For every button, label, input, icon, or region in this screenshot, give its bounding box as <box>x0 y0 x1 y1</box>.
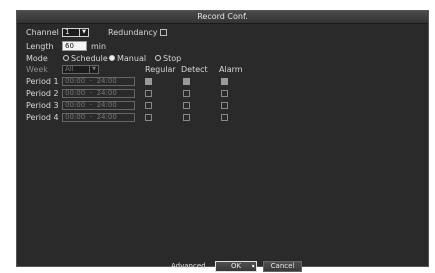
header-detect: Detect <box>181 65 208 74</box>
period-3-label: Period 3 <box>26 101 59 110</box>
length-label: Length <box>26 42 54 51</box>
mode-stop-label: Stop <box>163 54 182 63</box>
channel-label: Channel <box>26 28 59 37</box>
header-regular: Regular <box>145 65 176 74</box>
period-2-regular-checkbox[interactable] <box>145 90 152 97</box>
channel-value: 1 <box>65 28 70 36</box>
redundancy-label: Redundancy <box>108 28 158 37</box>
period-3-alarm-checkbox[interactable] <box>221 102 228 109</box>
period-1-alarm-checkbox[interactable] <box>221 78 228 85</box>
period-3-regular-checkbox[interactable] <box>145 102 152 109</box>
mode-stop-radio[interactable] <box>155 55 161 61</box>
period-4-time[interactable]: 00:00 - 24:00 <box>62 113 135 122</box>
length-input[interactable]: 60 <box>62 41 87 51</box>
period-4-detect-checkbox[interactable] <box>183 114 190 121</box>
chevron-down-icon: ▼ <box>79 29 88 36</box>
mode-schedule-radio[interactable] <box>63 55 69 61</box>
mode-manual-label: Manual <box>117 54 147 63</box>
period-4-regular-checkbox[interactable] <box>145 114 152 121</box>
period-4-alarm-checkbox[interactable] <box>221 114 228 121</box>
mode-schedule-label: Schedule <box>71 54 108 63</box>
week-select[interactable]: All ▼ <box>62 65 99 74</box>
mode-label: Mode <box>26 54 48 63</box>
period-2-label: Period 2 <box>26 89 59 98</box>
mouse-pointer-icon <box>252 264 257 268</box>
week-value: All <box>65 65 74 73</box>
chevron-down-icon: ▼ <box>89 66 98 73</box>
period-1-detect-checkbox[interactable] <box>183 78 190 85</box>
ok-button[interactable]: OK <box>215 261 257 272</box>
mode-manual-radio[interactable] <box>109 55 115 61</box>
period-1-regular-checkbox[interactable] <box>145 78 152 85</box>
period-1-label: Period 1 <box>26 77 59 86</box>
header-alarm: Alarm <box>219 65 243 74</box>
period-4-label: Period 4 <box>26 113 59 122</box>
redundancy-checkbox[interactable] <box>160 29 167 36</box>
period-1-time[interactable]: 00:00 - 24:00 <box>62 77 135 86</box>
period-2-time[interactable]: 00:00 - 24:00 <box>62 89 135 98</box>
period-3-detect-checkbox[interactable] <box>183 102 190 109</box>
dialog-title: Record Conf. <box>17 11 428 24</box>
length-unit: min <box>91 42 107 51</box>
period-3-time[interactable]: 00:00 - 24:00 <box>62 101 135 110</box>
channel-select[interactable]: 1 ▼ <box>62 28 89 37</box>
period-2-detect-checkbox[interactable] <box>183 90 190 97</box>
advanced-button[interactable]: Advanced <box>171 261 206 272</box>
cancel-button[interactable]: Cancel <box>263 261 302 272</box>
period-2-alarm-checkbox[interactable] <box>221 90 228 97</box>
record-conf-dialog: Record Conf. Channel 1 ▼ Redundancy Leng… <box>16 10 429 272</box>
week-label: Week <box>26 65 48 74</box>
